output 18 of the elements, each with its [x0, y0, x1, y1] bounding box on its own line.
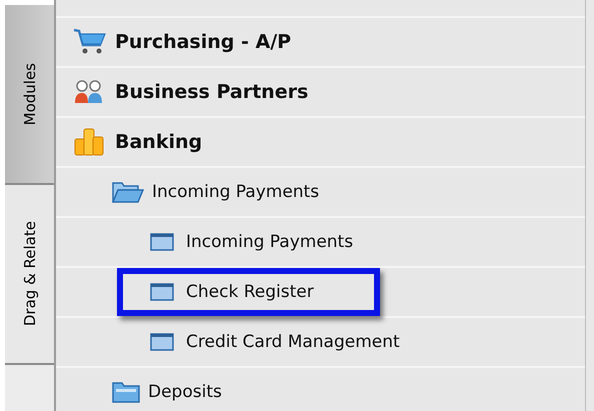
form-label: Check Register: [186, 282, 314, 302]
module-label[interactable]: Purchasing - A/P: [115, 31, 292, 53]
folder-label[interactable]: Deposits: [148, 382, 222, 402]
module-label[interactable]: Business Partners: [115, 81, 308, 103]
tab-strip-background: [5, 365, 54, 411]
window-icon: [150, 233, 174, 251]
side-tab[interactable]: Drag & Relate: [5, 185, 54, 365]
window-icon: [150, 333, 174, 351]
highlight-frame[interactable]: Check Register: [117, 268, 380, 316]
form-entry[interactable]: Credit Card Management: [117, 318, 414, 366]
side-tab[interactable]: Modules: [5, 5, 54, 185]
form-entry[interactable]: Incoming Payments: [117, 218, 368, 266]
folder-label[interactable]: Incoming Payments: [152, 182, 320, 202]
form-label: Credit Card Management: [186, 332, 400, 352]
module-label[interactable]: Banking: [115, 131, 202, 153]
form-label: Incoming Payments: [186, 232, 354, 252]
shopping-cart-icon: [73, 28, 107, 56]
window-icon: [150, 283, 174, 301]
